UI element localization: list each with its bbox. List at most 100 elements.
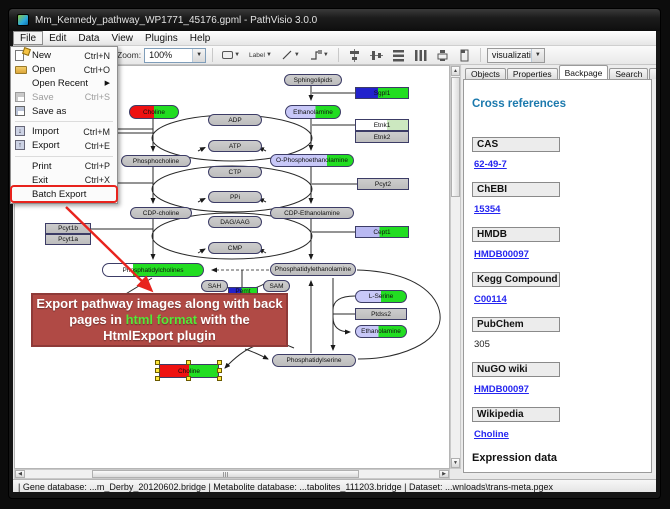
scroll-right-icon[interactable]: ▶ [439, 470, 449, 478]
scroll-left-icon[interactable]: ◀ [15, 470, 25, 478]
node-pcyt2[interactable]: Pcyt2 [357, 178, 409, 190]
selection-handle[interactable] [217, 360, 222, 365]
menubar-item-file[interactable]: File [13, 31, 43, 45]
tab-legend[interactable]: Legend [649, 68, 656, 79]
menu-item-export[interactable]: ↑ExportCtrl+E [12, 139, 116, 153]
selection-handle[interactable] [186, 360, 191, 365]
menu-item-open-recent[interactable]: Open Recent▶ [12, 77, 116, 91]
vertical-scroll-thumb[interactable] [451, 77, 460, 197]
xref-link[interactable]: HMDB00097 [474, 384, 651, 395]
screenshot-root: Mm_Kennedy_pathway_WP1771_45176.gpml - P… [0, 0, 670, 509]
node-cdp-ethanolamine[interactable]: CDP-Ethanolamine [270, 207, 354, 219]
node-ethanolamine-bottom[interactable]: Ethanolamine [355, 325, 407, 338]
menu-item-import[interactable]: ↓ImportCtrl+M [12, 125, 116, 139]
node-sah[interactable]: SAH [201, 280, 228, 292]
node-o-phosphoethanolamine[interactable]: O-Phosphoethanolamine [270, 154, 354, 167]
align-horizontal-center-button[interactable] [345, 47, 364, 63]
node-ctp[interactable]: CTP [208, 166, 262, 178]
stack-horizontal-button[interactable] [455, 47, 474, 63]
distribute-horizontal-button[interactable] [411, 47, 430, 63]
zoom-combobox[interactable]: 100% ▼ [144, 48, 206, 63]
node-etnk2[interactable]: Etnk2 [355, 131, 409, 143]
datanode-tool-button[interactable]: ▼ [219, 47, 243, 63]
menu-shortcut: Ctrl+E [85, 141, 110, 151]
node-phosphatidylserine[interactable]: Phosphatidylserine [272, 354, 356, 367]
chevron-down-icon[interactable]: ▼ [294, 52, 300, 58]
menubar-item-help[interactable]: Help [184, 31, 217, 45]
align-vertical-center-button[interactable] [367, 47, 386, 63]
node-etnk1[interactable]: Etnk1 [355, 119, 409, 131]
node-pcyt1a[interactable]: Pcyt1a [45, 234, 91, 245]
menu-item-open[interactable]: OpenCtrl+O [12, 63, 116, 77]
node-ethanolamine-top[interactable]: Ethanolamine [285, 105, 341, 119]
menu-item-print[interactable]: PrintCtrl+P [12, 160, 116, 174]
menu-item-exit[interactable]: Exit Ctrl+X [12, 173, 116, 187]
chevron-down-icon[interactable]: ▼ [323, 52, 329, 58]
node-choline-top[interactable]: Choline [129, 105, 179, 119]
distribute-horizontal-icon [414, 49, 427, 62]
menu-item-save-as[interactable]: Save as [12, 104, 116, 118]
tab-search[interactable]: Search [609, 68, 648, 79]
xref-link[interactable]: HMDB00097 [474, 249, 651, 260]
menubar-item-view[interactable]: View [105, 31, 139, 45]
selection-handle[interactable] [217, 376, 222, 381]
distribute-vertical-button[interactable] [389, 47, 408, 63]
menubar-item-edit[interactable]: Edit [43, 31, 72, 45]
menubar-item-data[interactable]: Data [72, 31, 105, 45]
selection-handle[interactable] [186, 376, 191, 381]
menu-item-label: Open Recent [32, 78, 88, 89]
canvas-horizontal-scrollbar[interactable]: ◀ ▶ [14, 469, 450, 479]
menu-item-label: New [32, 50, 51, 61]
selection-handle[interactable] [155, 376, 160, 381]
menu-item-new[interactable]: NewCtrl+N [12, 49, 116, 63]
stack-vertical-button[interactable] [433, 47, 452, 63]
node-adp[interactable]: ADP [208, 114, 262, 126]
chevron-down-icon[interactable]: ▼ [192, 49, 205, 62]
node-sphingolipids[interactable]: Sphingolipids [284, 74, 342, 86]
visualization-combobox[interactable]: visualization ▼ [487, 48, 545, 63]
node-dag-aag[interactable]: DAG/AAG [208, 216, 262, 228]
xref-link[interactable]: Choline [474, 429, 651, 440]
canvas-vertical-scrollbar[interactable]: ▲ ▼ [450, 65, 461, 469]
tab-backpage[interactable]: Backpage [559, 65, 609, 79]
xref-link[interactable]: 15354 [474, 204, 651, 215]
tab-properties[interactable]: Properties [507, 68, 558, 79]
scroll-up-icon[interactable]: ▲ [451, 66, 460, 76]
scroll-down-icon[interactable]: ▼ [451, 458, 460, 468]
node-sgpl1[interactable]: Sgpl1 [355, 87, 409, 99]
node-cmp[interactable]: CMP [208, 242, 262, 254]
node-phosphatidylcholines[interactable]: Phosphatidylcholines [102, 263, 204, 277]
selection-handle[interactable] [155, 360, 160, 365]
menubar-item-plugins[interactable]: Plugins [139, 31, 184, 45]
tab-objects[interactable]: Objects [465, 68, 506, 79]
xref-link[interactable]: 62-49-7 [474, 159, 651, 170]
node-phosphatidylethanolamine[interactable]: Phosphatidylethanolamine [270, 263, 356, 276]
menu-shortcut: Ctrl+X [85, 175, 110, 185]
node-l-serine[interactable]: L-Serine [355, 290, 407, 303]
selection-handle[interactable] [217, 368, 222, 373]
label-tool-button[interactable]: Label▼ [246, 47, 275, 63]
node-pcyt1b[interactable]: Pcyt1b [45, 223, 91, 234]
node-label: Ethanolamine [361, 328, 401, 335]
xref-link[interactable]: C00114 [474, 294, 651, 305]
node-atp[interactable]: ATP [208, 140, 262, 152]
node-cdp-choline[interactable]: CDP-choline [130, 207, 192, 219]
node-ptdss2[interactable]: Ptdss2 [355, 308, 407, 320]
chevron-down-icon[interactable]: ▼ [266, 52, 272, 58]
selection-handle[interactable] [155, 368, 160, 373]
node-sam[interactable]: SAM [263, 280, 290, 292]
menu-item-label: Exit [32, 175, 48, 186]
connector-tool-button[interactable]: ▼ [306, 47, 332, 63]
menu-item-batch-export[interactable]: Batch Export [12, 187, 116, 201]
xref-source-header: ChEBI [472, 182, 560, 197]
chevron-down-icon[interactable]: ▼ [234, 52, 240, 58]
open-folder-icon [15, 64, 28, 75]
node-cept1[interactable]: Cept1 [355, 226, 409, 238]
node-phosphocholine[interactable]: Phosphocholine [121, 155, 191, 167]
chevron-down-icon[interactable]: ▼ [531, 49, 544, 62]
line-tool-button[interactable]: ▼ [278, 47, 303, 63]
horizontal-scroll-thumb[interactable] [92, 470, 359, 478]
node-ppi[interactable]: PPi [208, 191, 262, 203]
menu-item-save[interactable]: SaveCtrl+S [12, 90, 116, 104]
title-bar[interactable]: Mm_Kennedy_pathway_WP1771_45176.gpml - P… [9, 9, 660, 31]
